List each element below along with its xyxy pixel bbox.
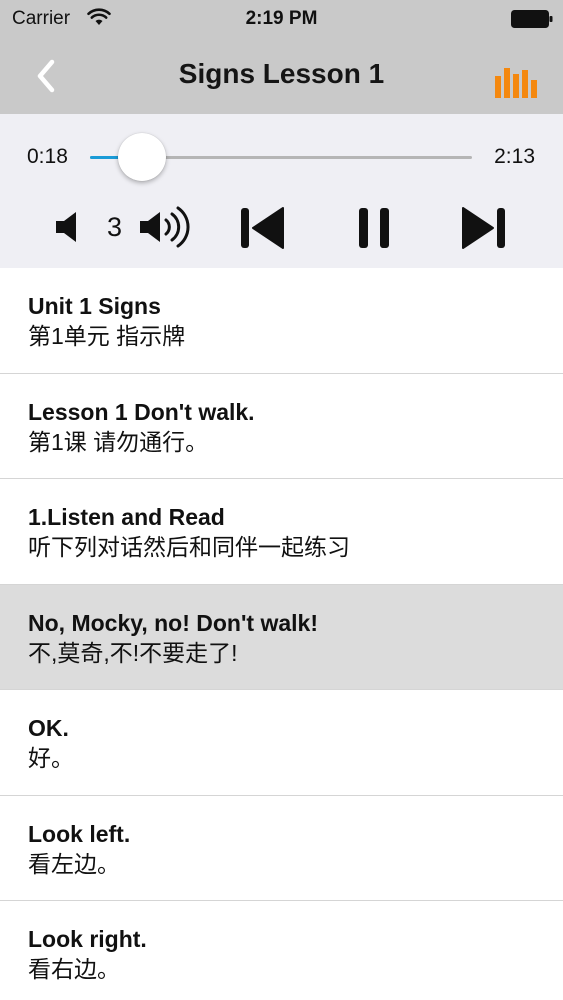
list-item-chinese: 不,莫奇,不!不要走了! (28, 639, 238, 666)
pause-icon (359, 208, 389, 248)
page-title: Signs Lesson 1 (178, 58, 385, 89)
list-item[interactable]: Unit 1 Signs 第1单元 指示牌 (0, 268, 563, 374)
list-item-chinese: 听下列对话然后和同伴一起练习 (28, 534, 350, 560)
lesson-list: Unit 1 Signs 第1单元 指示牌 Lesson 1 Don't wal… (0, 268, 563, 1000)
pause-button[interactable] (357, 206, 391, 250)
total-time-label: 2:13 (494, 145, 535, 168)
audio-player: 0:18 2:13 3 (0, 114, 563, 268)
status-time: 2:19 PM (245, 8, 318, 29)
volume-up-button[interactable] (138, 204, 192, 250)
battery-icon (511, 10, 553, 28)
speaker-icon (56, 212, 76, 242)
previous-track-button[interactable] (238, 206, 286, 250)
list-item-chinese: 好。 (28, 745, 74, 771)
list-item-english: 1.Listen and Read (28, 504, 225, 530)
skip-back-icon (241, 207, 284, 249)
bar-chart-icon (495, 68, 537, 98)
list-item-english: Lesson 1 Don't walk. (28, 398, 255, 425)
list-item-chinese: 看右边。 (28, 956, 120, 982)
list-item-english: Unit 1 Signs (28, 293, 161, 319)
volume-level: 3 (107, 212, 123, 242)
equalizer-button[interactable] (495, 66, 537, 98)
status-bar: Carrier 2:19 PM (0, 0, 563, 38)
progress-slider[interactable] (90, 133, 472, 181)
list-item[interactable]: Look left. 看左边。 (0, 795, 563, 901)
list-item-english: Look right. (28, 926, 147, 952)
list-item-english: OK. (28, 715, 69, 741)
list-item[interactable]: OK. 好。 (0, 690, 563, 796)
navigation-bar: Signs Lesson 1 (0, 38, 563, 114)
list-item[interactable]: Lesson 1 Don't walk. 第1课 请勿通行。 (0, 373, 563, 479)
skip-forward-icon (462, 207, 505, 249)
list-item-chinese: 第1单元 指示牌 (28, 323, 186, 349)
progress-thumb[interactable] (117, 133, 166, 181)
list-item-chinese: 看左边。 (28, 850, 120, 877)
list-item-english: Look left. (28, 820, 131, 847)
current-time-label: 0:18 (27, 145, 68, 168)
volume-down-button[interactable] (54, 210, 82, 244)
list-item-chinese: 第1课 请勿通行。 (28, 428, 209, 455)
list-item-active[interactable]: No, Mocky, no! Don't walk! 不,莫奇,不!不要走了! (0, 584, 563, 690)
list-item[interactable]: Look right. 看右边。 (0, 901, 563, 1000)
speaker-loud-icon (140, 206, 190, 248)
list-item[interactable]: 1.Listen and Read 听下列对话然后和同伴一起练习 (0, 479, 563, 585)
list-item-english: No, Mocky, no! Don't walk! (28, 609, 318, 636)
next-track-button[interactable] (460, 206, 508, 250)
